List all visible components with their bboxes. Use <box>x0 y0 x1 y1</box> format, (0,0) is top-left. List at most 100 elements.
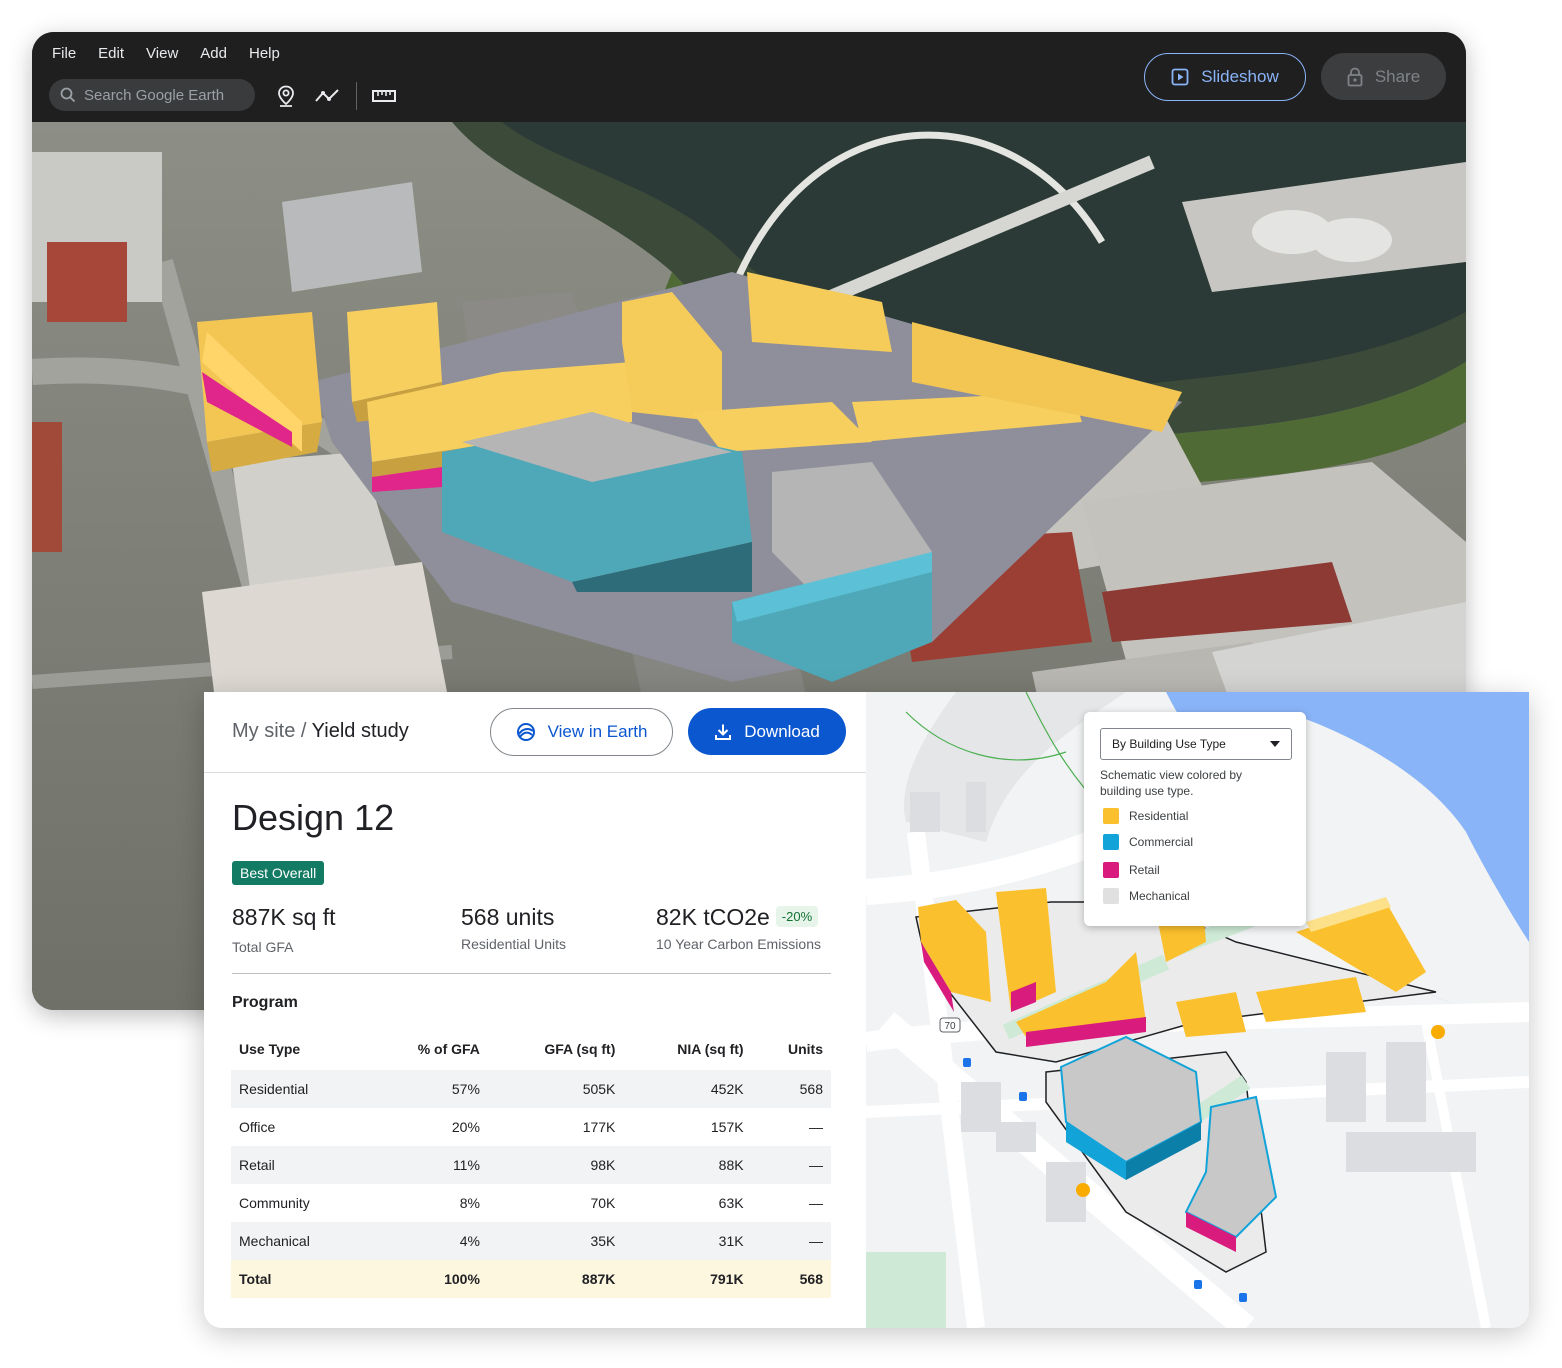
table-row: Mechanical 4% 35K 31K — <box>231 1222 831 1260</box>
breadcrumb-parent[interactable]: My site / <box>232 720 306 742</box>
table-row: Community 8% 70K 63K — <box>231 1184 831 1222</box>
metric-carbon-emissions: 82K tCO2e -20% 10 Year Carbon Emissions <box>656 904 821 952</box>
map-legend: By Building Use Type Schematic view colo… <box>1084 712 1306 926</box>
path-icon <box>315 89 339 102</box>
divider <box>232 973 831 974</box>
cell: — <box>809 1119 823 1135</box>
cell: 887K <box>487 1260 624 1298</box>
cell: Residential <box>231 1070 367 1108</box>
share-label: Share <box>1374 66 1421 86</box>
lock-icon <box>1347 67 1363 86</box>
download-icon <box>715 724 732 740</box>
metric-value: 82K tCO2e <box>656 904 770 930</box>
breadcrumb-current: Yield study <box>311 720 409 742</box>
cell: 505K <box>487 1070 624 1108</box>
share-button[interactable]: Share <box>1321 53 1446 100</box>
report-header: My site / Yield study View in Earth Down… <box>204 692 866 773</box>
cell: 4% <box>366 1222 488 1260</box>
table-row: Office 20% 177K 157K — <box>231 1108 831 1146</box>
search-input[interactable] <box>82 85 246 105</box>
cell: 568 <box>751 1070 831 1108</box>
program-table: Use Type % of GFA GFA (sq ft) NIA (sq ft… <box>231 1028 831 1298</box>
earth-icon <box>516 723 535 741</box>
path-tool[interactable] <box>313 82 341 110</box>
search-icon <box>60 87 76 103</box>
placemark-tool[interactable] <box>272 82 300 110</box>
cell: 98K <box>487 1146 624 1184</box>
table-row: Retail 11% 98K 88K — <box>231 1146 831 1184</box>
toolbar-divider <box>356 82 357 110</box>
cell: — <box>809 1195 823 1211</box>
slideshow-label: Slideshow <box>1201 67 1279 86</box>
color-by-select[interactable]: By Building Use Type <box>1100 728 1292 760</box>
cell: — <box>751 1222 831 1260</box>
cell: 35K <box>487 1222 624 1260</box>
menu-view[interactable]: View <box>146 45 178 62</box>
legend-swatch <box>1103 888 1119 904</box>
legend-item-mechanical: Mechanical <box>1103 888 1190 904</box>
report-left-pane: My site / Yield study View in Earth Down… <box>204 692 866 1328</box>
cell: 31K <box>623 1222 752 1260</box>
legend-description: Schematic view colored by building use t… <box>1100 768 1243 798</box>
legend-label: Commercial <box>1129 835 1194 849</box>
col-units: Units <box>788 1041 823 1057</box>
menu-edit[interactable]: Edit <box>98 45 124 62</box>
cell: Total <box>231 1260 367 1298</box>
yield-report-panel: My site / Yield study View in Earth Down… <box>204 692 1529 1328</box>
col-gfa: GFA (sq ft) <box>544 1041 616 1057</box>
cell: 11% <box>366 1146 488 1184</box>
cell: 20% <box>451 1119 480 1135</box>
slideshow-icon <box>1171 68 1189 86</box>
cell: 88K <box>623 1146 752 1184</box>
cell: Retail <box>231 1146 367 1184</box>
legend-item-residential: Residential <box>1103 808 1188 824</box>
metric-value: 568 units <box>461 904 555 930</box>
dropdown-caret-icon <box>1270 741 1280 747</box>
best-overall-badge: Best Overall <box>232 861 325 885</box>
legend-swatch <box>1103 808 1119 824</box>
view-in-earth-button[interactable]: View in Earth <box>490 708 673 756</box>
cell: 452K <box>623 1070 752 1108</box>
legend-swatch <box>1103 834 1119 850</box>
cell: Office <box>239 1119 276 1135</box>
design-title: Design 12 <box>232 797 395 838</box>
program-heading: Program <box>232 994 298 1011</box>
legend-item-commercial: Commercial <box>1103 834 1193 850</box>
table-row: Residential 57% 505K 452K 568 <box>231 1070 831 1108</box>
measure-tool[interactable] <box>370 82 398 110</box>
menu-bar: File Edit View Add Help <box>52 45 280 62</box>
cell: 791K <box>623 1260 752 1298</box>
metric-label: Residential Units <box>461 936 567 952</box>
cell: 100% <box>366 1260 488 1298</box>
menu-help[interactable]: Help <box>249 45 280 62</box>
cell: 57% <box>366 1070 488 1108</box>
download-button[interactable]: Download <box>688 708 846 755</box>
col-use-type: Use Type <box>239 1041 301 1057</box>
cell: 8% <box>459 1195 480 1211</box>
menu-add[interactable]: Add <box>200 45 227 62</box>
metric-label: 10 Year Carbon Emissions <box>656 936 821 952</box>
cell: 63K <box>718 1195 744 1211</box>
cell: 568 <box>751 1260 831 1298</box>
legend-item-retail: Retail <box>1103 862 1160 878</box>
ruler-icon <box>372 90 396 102</box>
download-label: Download <box>744 721 820 741</box>
view-in-earth-label: View in Earth <box>547 722 648 741</box>
cell: 177K <box>582 1119 616 1135</box>
metric-residential-units: 568 units Residential Units <box>461 904 566 952</box>
breadcrumb: My site / Yield study <box>232 720 409 743</box>
search-box[interactable] <box>49 79 255 111</box>
location-pin-icon <box>278 85 294 107</box>
metric-value: 887K sq ft <box>232 904 336 930</box>
table-header-row: Use Type % of GFA GFA (sq ft) NIA (sq ft… <box>231 1028 831 1070</box>
cell: Mechanical <box>231 1222 367 1260</box>
menu-file[interactable]: File <box>52 45 76 62</box>
carbon-change-chip: -20% <box>775 906 819 927</box>
legend-label: Mechanical <box>1129 889 1190 903</box>
cell: Community <box>239 1195 310 1211</box>
cell: — <box>751 1146 831 1184</box>
route-shield-label: 70 <box>944 1021 956 1032</box>
color-by-value: By Building Use Type <box>1112 737 1226 751</box>
col-nia: NIA (sq ft) <box>677 1041 744 1057</box>
slideshow-button[interactable]: Slideshow <box>1144 53 1306 101</box>
